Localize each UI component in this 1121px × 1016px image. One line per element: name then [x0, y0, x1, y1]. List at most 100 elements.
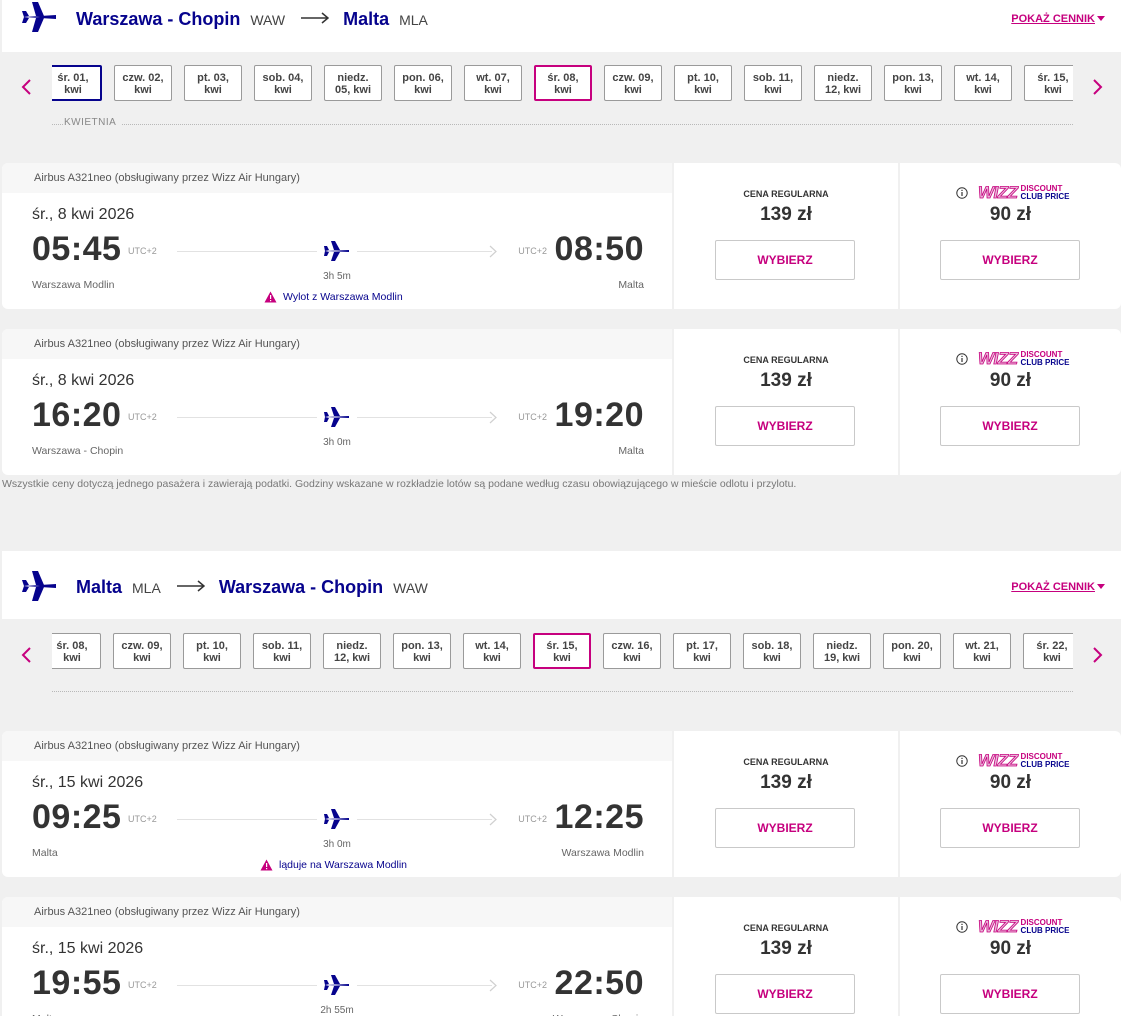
chevron-left-icon[interactable] — [20, 78, 34, 96]
aircraft-info: Airbus A321neo (obsługiwany przez Wizz A… — [2, 731, 672, 761]
outbound-dates: śr. 01, kwi czw. 02, kwi pt. 03, kwi sob… — [52, 64, 1073, 104]
date-chip-line2: kwi — [274, 84, 292, 96]
regular-fare: CENA REGULARNA 139 zł WYBIERZ — [674, 897, 898, 1016]
date-chip-line1: sob. 11, — [752, 72, 794, 84]
arrival-airport: Malta — [618, 445, 644, 457]
date-chip[interactable]: sob. 11, kwi — [744, 65, 802, 101]
caret-down-icon — [1097, 16, 1105, 21]
select-club-button[interactable]: WYBIERZ — [940, 974, 1080, 1014]
plane-icon — [324, 407, 349, 427]
date-chip[interactable]: pt. 10, kwi — [183, 633, 241, 669]
date-chip[interactable]: pon. 20, kwi — [883, 633, 941, 669]
date-chip[interactable]: śr. 22, kwi — [1023, 633, 1073, 669]
arrival-utc: UTC+2 — [518, 412, 547, 422]
departure-time: 16:20 — [32, 396, 122, 434]
select-club-button[interactable]: WYBIERZ — [940, 406, 1080, 446]
date-chip[interactable]: czw. 09, kwi — [604, 65, 662, 101]
wizz-logo-text: WIZZ — [978, 183, 1019, 202]
date-chip[interactable]: wt. 07, kwi — [464, 65, 522, 101]
flight-card: Airbus A321neo (obsługiwany przez Wizz A… — [2, 897, 1121, 1016]
club-fare: WIZZ DISCOUNT CLUB PRICE 90 zł WYBIERZ — [900, 897, 1121, 1016]
airport-warning-text: ląduje na Warszawa Modlin — [279, 859, 408, 871]
club-logo-line2: CLUB PRICE — [1020, 926, 1070, 935]
departure-utc: UTC+2 — [128, 246, 157, 256]
date-chip[interactable]: śr. 08, kwi — [534, 65, 592, 101]
plane-icon — [324, 975, 349, 995]
date-chip[interactable]: wt. 14, kwi — [954, 65, 1012, 101]
date-chip[interactable]: pt. 10, kwi — [674, 65, 732, 101]
date-chip-line2: kwi — [973, 652, 991, 664]
airport-warning: Wylot z Warszawa Modlin — [264, 291, 403, 303]
flight-date: śr., 15 kwi 2026 — [32, 940, 144, 957]
origin-city: Malta — [76, 577, 123, 597]
info-icon[interactable] — [956, 921, 968, 933]
date-chip-line2: kwi — [904, 84, 922, 96]
chevron-right-icon[interactable] — [1090, 646, 1104, 664]
date-chip[interactable]: pt. 17, kwi — [673, 633, 731, 669]
wizz-logo-text: WIZZ — [978, 751, 1019, 770]
date-chip-line2: kwi — [64, 84, 82, 96]
date-chip-line1: czw. 09, — [121, 640, 163, 652]
date-chip-line1: niedz. — [336, 640, 368, 652]
date-chip[interactable]: pon. 13, kwi — [393, 633, 451, 669]
chevron-right-icon[interactable] — [1090, 78, 1104, 96]
date-chip-line1: pt. 10, — [196, 640, 228, 652]
date-chip[interactable]: sob. 04, kwi — [254, 65, 312, 101]
select-regular-button[interactable]: WYBIERZ — [715, 240, 855, 280]
info-icon[interactable] — [956, 755, 968, 767]
select-regular-button[interactable]: WYBIERZ — [715, 974, 855, 1014]
date-chip[interactable]: czw. 16, kwi — [603, 633, 661, 669]
departure-utc: UTC+2 — [128, 980, 157, 990]
plane-icon — [22, 571, 56, 601]
select-regular-button[interactable]: WYBIERZ — [715, 406, 855, 446]
date-chip[interactable]: czw. 02, kwi — [114, 65, 172, 101]
departure-time: 09:25 — [32, 798, 122, 836]
date-chip[interactable]: pon. 13, kwi — [884, 65, 942, 101]
date-chip[interactable]: niedz. 12, kwi — [814, 65, 872, 101]
date-chip[interactable]: sob. 18, kwi — [743, 633, 801, 669]
wizz-logo-text: WIZZ — [978, 917, 1019, 936]
month-label: KWIETNIA — [64, 117, 123, 128]
date-chip[interactable]: śr. 08, kwi — [52, 633, 101, 669]
date-chip[interactable]: pt. 03, kwi — [184, 65, 242, 101]
date-chip[interactable]: śr. 15, kwi — [533, 633, 591, 669]
date-chip[interactable]: śr. 15, kwi — [1024, 65, 1073, 101]
destination-code: WAW — [393, 580, 428, 596]
date-chip[interactable]: sob. 11, kwi — [253, 633, 311, 669]
date-chip-line1: czw. 16, — [611, 640, 653, 652]
departure-time: 05:45 — [32, 230, 122, 268]
date-chip-line2: kwi — [134, 84, 152, 96]
regular-fare: CENA REGULARNA 139 zł WYBIERZ — [674, 329, 898, 475]
select-club-button[interactable]: WYBIERZ — [940, 808, 1080, 848]
caret-down-icon — [1097, 584, 1105, 589]
date-chip[interactable]: śr. 01, kwi — [52, 65, 102, 101]
club-fare-price: 90 zł — [989, 204, 1032, 225]
show-pricelist-link[interactable]: POKAŻ CENNIK — [1011, 13, 1105, 25]
route-title: Malta MLA Warszawa - Chopin WAW — [76, 577, 428, 598]
club-logo-line2: CLUB PRICE — [1020, 358, 1070, 367]
date-chip-line1: śr. 01, — [57, 72, 89, 84]
flight-date: śr., 15 kwi 2026 — [32, 774, 144, 791]
regular-fare-label: CENA REGULARNA — [743, 757, 829, 767]
date-chip[interactable]: czw. 09, kwi — [113, 633, 171, 669]
date-chip[interactable]: wt. 14, kwi — [463, 633, 521, 669]
select-club-button[interactable]: WYBIERZ — [940, 240, 1080, 280]
departure-utc: UTC+2 — [128, 814, 157, 824]
date-chip-line2: kwi — [693, 652, 711, 664]
info-icon[interactable] — [956, 187, 968, 199]
chevron-right-icon — [489, 245, 497, 258]
date-chip[interactable]: niedz. 19, kwi — [813, 633, 871, 669]
date-chip[interactable]: wt. 21, kwi — [953, 633, 1011, 669]
flight-info: Airbus A321neo (obsługiwany przez Wizz A… — [2, 897, 672, 1016]
date-chip[interactable]: niedz. 05, kwi — [324, 65, 382, 101]
show-pricelist-link[interactable]: POKAŻ CENNIK — [1011, 581, 1105, 593]
date-chip[interactable]: pon. 06, kwi — [394, 65, 452, 101]
departure-airport: Malta — [32, 847, 58, 859]
chevron-left-icon[interactable] — [20, 646, 34, 664]
date-chip-line1: sob. 04, — [262, 72, 304, 84]
plane-icon — [22, 2, 56, 32]
date-chip[interactable]: niedz. 12, kwi — [323, 633, 381, 669]
info-icon[interactable] — [956, 353, 968, 365]
aircraft-info: Airbus A321neo (obsługiwany przez Wizz A… — [2, 897, 672, 927]
select-regular-button[interactable]: WYBIERZ — [715, 808, 855, 848]
